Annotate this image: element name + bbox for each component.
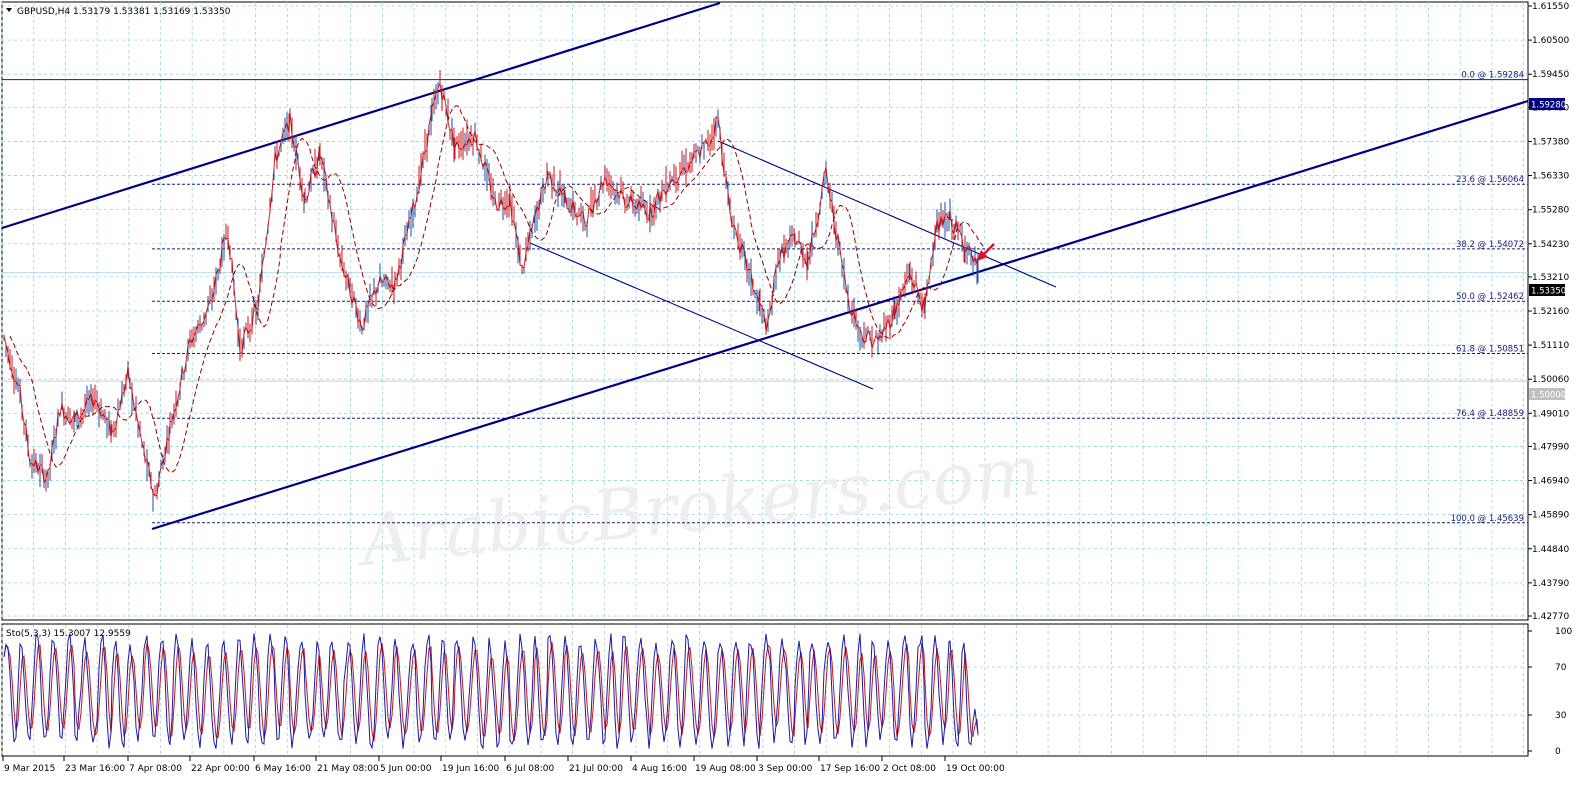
time-label: 6 May 16:00 (255, 764, 311, 774)
price-tick-label: 1.51110 (1532, 341, 1569, 351)
price-tick-label: 1.50060 (1532, 375, 1569, 385)
time-label: 21 May 08:00 (317, 764, 379, 774)
stochastic-level-label: 30 (1555, 711, 1567, 721)
time-label: 7 Apr 08:00 (129, 764, 182, 774)
price-tick-label: 1.59450 (1532, 70, 1569, 80)
time-label: 19 Aug 08:00 (695, 764, 756, 774)
price-tick-label: 1.45890 (1532, 511, 1569, 521)
time-label: 22 Apr 00:00 (191, 764, 250, 774)
mid-price-tag: 1.50000 (1529, 388, 1566, 401)
time-label: 6 Jul 08:00 (506, 764, 555, 774)
fib-level-label: 100.0 @ 1.45639 (1451, 514, 1524, 524)
price-tick-label: 1.60500 (1532, 36, 1569, 46)
fib-level-label: 38.2 @ 1.54072 (1456, 240, 1524, 250)
time-label: 3 Sep 00:00 (758, 764, 813, 774)
stochastic-level-label: 100 (1555, 627, 1572, 637)
current-price-tag: 1.53350 (1529, 284, 1566, 297)
price-tick-label: 1.42770 (1532, 612, 1569, 622)
time-label: 23 Mar 16:00 (65, 764, 125, 774)
price-tick-label: 1.46940 (1532, 477, 1569, 487)
price-tick-label: 1.49010 (1532, 409, 1569, 419)
price-tick-label: 1.53210 (1532, 273, 1569, 283)
svg-text:1.53350: 1.53350 (1531, 287, 1566, 297)
price-tick-label: 1.47990 (1532, 442, 1569, 452)
time-label: 17 Sep 16:00 (820, 764, 880, 774)
time-label: 19 Oct 00:00 (946, 764, 1005, 774)
stochastic-label: Sto(5,3,3) 15.3007 12.9559 (6, 629, 131, 639)
svg-text:1.50000: 1.50000 (1531, 391, 1566, 401)
fib-level-label: 0.0 @ 1.59284 (1461, 71, 1524, 81)
top-price-tag: 1.59280 (1529, 98, 1566, 111)
price-tick-label: 1.55280 (1532, 206, 1569, 216)
fib-level-label: 23.6 @ 1.56064 (1456, 175, 1524, 185)
time-label: 5 Jun 00:00 (380, 764, 432, 774)
price-tick-label: 1.56330 (1532, 172, 1569, 182)
stochastic-level-label: 70 (1555, 663, 1567, 673)
fib-level-label: 61.8 @ 1.50851 (1456, 345, 1524, 355)
time-label: 19 Jun 16:00 (442, 764, 499, 774)
stochastic-axis: 100 70 30 0 (1528, 627, 1572, 757)
price-tick-label: 1.52160 (1532, 307, 1569, 317)
price-tick-label: 1.57380 (1532, 137, 1569, 147)
svg-text:1.59280: 1.59280 (1531, 101, 1566, 111)
price-tick-label: 1.54230 (1532, 240, 1569, 250)
time-label: 4 Aug 16:00 (632, 764, 687, 774)
time-label: 9 Mar 2015 (4, 764, 55, 774)
price-tick-label: 1.43790 (1532, 579, 1569, 589)
time-label: 21 Jul 00:00 (569, 764, 623, 774)
stochastic-level-label: 0 (1555, 747, 1561, 757)
time-axis: 9 Mar 2015 23 Mar 16:00 7 Apr 08:00 22 Apr … (2, 756, 1005, 774)
price-tick-label: 1.61550 (1532, 2, 1569, 12)
symbol-header: GBPUSD,H4 1.53179 1.53381 1.53169 1.5335… (17, 7, 231, 17)
time-label: 2 Oct 08:00 (883, 764, 936, 774)
chart-canvas[interactable]: ArabicBrokers.com 0.0 @ 1.5928423.6 @ 1.… (0, 0, 1596, 790)
price-tick-label: 1.44840 (1532, 545, 1569, 555)
fib-level-label: 50.0 @ 1.52462 (1456, 292, 1524, 302)
fib-level-label: 76.4 @ 1.48859 (1456, 409, 1524, 419)
price-axis: 1.615501.605001.594501.584301.573801.563… (1528, 2, 1569, 622)
